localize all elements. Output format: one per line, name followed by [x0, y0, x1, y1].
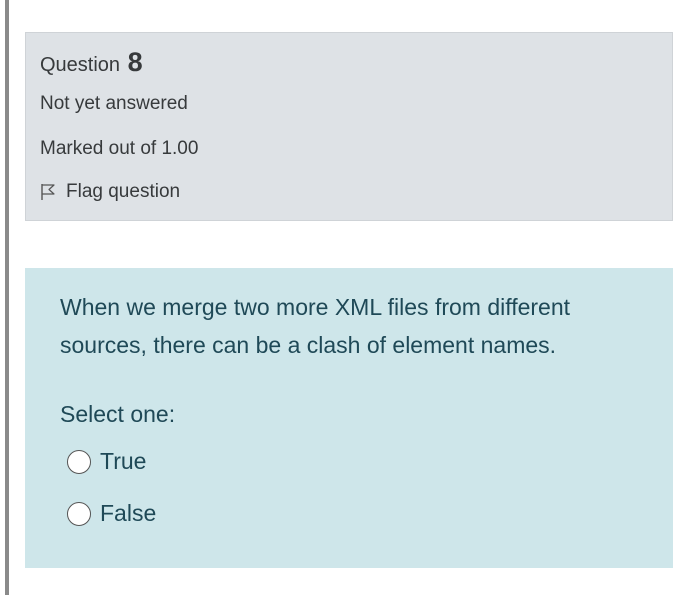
left-divider — [5, 0, 9, 595]
select-one-prompt: Select one: — [60, 401, 176, 427]
answer-option-false[interactable]: False — [67, 500, 156, 527]
question-grade: Marked out of 1.00 — [40, 138, 199, 159]
flag-icon — [40, 183, 56, 201]
radio-button-true[interactable] — [67, 449, 91, 474]
answer-option-true[interactable]: True — [67, 448, 146, 475]
question-number: 8 — [127, 47, 143, 77]
question-state: Not yet answered — [40, 93, 188, 114]
radio-button-false[interactable] — [67, 501, 91, 526]
question-content-panel: When we merge two more XML files from di… — [25, 268, 673, 568]
answer-label-true: True — [100, 448, 147, 474]
question-info-panel: Question 8 Not yet answered Marked out o… — [25, 32, 673, 221]
question-word: Question — [40, 54, 121, 76]
question-number-heading: Question 8 — [40, 47, 143, 80]
flag-question-label: Flag question — [66, 181, 181, 202]
page: Question 8 Not yet answered Marked out o… — [0, 0, 700, 595]
question-text: When we merge two more XML files from di… — [60, 294, 571, 358]
answer-label-false: False — [100, 500, 157, 526]
flag-question-link[interactable]: Flag question — [40, 181, 180, 203]
